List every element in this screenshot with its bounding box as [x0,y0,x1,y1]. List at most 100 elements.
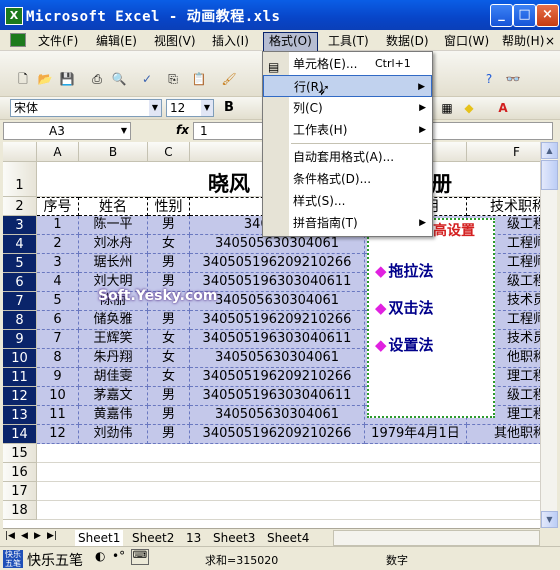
copy-icon[interactable]: ⎘ [164,70,182,88]
table-cell[interactable]: 陈一平 [79,216,148,235]
menu-item-phonetic[interactable]: 拼音指南(T) ▶ [263,212,432,234]
row-header[interactable]: 3 [3,216,37,235]
table-cell[interactable]: 男 [148,254,190,273]
font-color-icon[interactable]: A [494,99,512,117]
row-header[interactable]: 9 [3,330,37,349]
name-box[interactable]: A3 ▼ [3,122,131,140]
menu-tools[interactable]: 工具(T) [323,32,374,50]
table-cell[interactable]: 12 [37,425,79,444]
row-header[interactable]: 14 [3,425,37,444]
table-cell[interactable]: 1979年4月1日 [365,425,467,444]
horizontal-scrollbar[interactable] [333,530,540,546]
menu-format[interactable]: 格式(O) [263,32,318,52]
table-cell[interactable]: 储奂雅 [79,311,148,330]
table-cell[interactable]: 2 [37,235,79,254]
row-header[interactable]: 11 [3,368,37,387]
print-icon[interactable]: ⎙ [88,70,106,88]
ime-logo-icon[interactable]: 快乐 五笔 [3,550,23,568]
table-cell[interactable]: 340505196303040611 [190,330,365,349]
table-cell[interactable]: 6 [37,311,79,330]
menu-item-column[interactable]: 列(C) ▶ [263,97,432,119]
table-cell[interactable]: 胡佳雯 [79,368,148,387]
header-cell[interactable]: 技术职称 [467,197,540,216]
table-cell[interactable]: 刘冰舟 [79,235,148,254]
table-cell[interactable]: 340505196209210266 [190,311,365,330]
vertical-scrollbar[interactable]: ▲ ▼ [540,142,558,528]
paste-icon[interactable]: 📋 [190,70,208,88]
empty-rows[interactable] [37,444,540,520]
table-cell[interactable]: 刘劲伟 [79,425,148,444]
fill-color-icon[interactable]: ◆ [460,99,478,117]
menu-edit[interactable]: 编辑(E) [91,32,142,50]
column-header-b[interactable]: B [79,142,148,162]
tab-13[interactable]: 13 [183,530,204,546]
table-cell[interactable]: 女 [148,330,190,349]
row-header[interactable]: 6 [3,273,37,292]
print-preview-icon[interactable]: 🔍 [110,70,128,88]
close-button[interactable]: × [536,4,559,27]
menu-view[interactable]: 视图(V) [149,32,201,50]
table-cell[interactable]: 琚长州 [79,254,148,273]
table-cell[interactable]: 朱丹翔 [79,349,148,368]
glasses-icon[interactable]: 👓 [504,70,522,88]
header-cell[interactable]: 姓名 [79,197,148,216]
table-cell[interactable]: 5 [37,292,79,311]
tab-sheet4[interactable]: Sheet4 [264,530,312,546]
scroll-thumb[interactable] [541,160,558,190]
tab-sheet2[interactable]: Sheet2 [129,530,177,546]
table-cell[interactable]: 男 [148,387,190,406]
fx-icon[interactable]: fx [176,123,189,137]
table-cell[interactable]: 男 [148,216,190,235]
table-cell[interactable]: 340505630304061 [190,235,365,254]
column-header-f[interactable]: F [467,142,540,162]
table-cell[interactable]: 女 [148,349,190,368]
column-header-a[interactable]: A [37,142,79,162]
menu-item-row[interactable]: 行(R) ▶ ➶ [263,75,432,99]
tab-first-icon[interactable]: |◀ [5,531,15,541]
row-header[interactable]: 13 [3,406,37,425]
chevron-down-icon[interactable]: ▼ [118,123,130,139]
table-cell[interactable]: 3 [37,254,79,273]
close-doc-icon[interactable]: × [540,32,560,50]
table-cell[interactable]: 340505196303040611 [190,387,365,406]
menu-item-conditional[interactable]: 条件格式(D)... [263,168,432,190]
font-size-combo[interactable]: 12 ▼ [166,99,214,117]
font-name-combo[interactable]: 宋体 ▼ [10,99,162,117]
keyboard-icon[interactable]: ⌨ [131,549,149,565]
table-cell[interactable]: 女 [148,235,190,254]
header-cell[interactable]: 性别 [148,197,190,216]
table-cell[interactable]: 11 [37,406,79,425]
table-cell[interactable]: 10 [37,387,79,406]
minimize-button[interactable]: _ [490,4,513,27]
table-cell[interactable]: 8 [37,349,79,368]
row-header[interactable]: 15 [3,444,37,463]
table-cell[interactable]: 9 [37,368,79,387]
ime-name[interactable]: 快乐五笔 [27,550,83,570]
table-cell[interactable]: 340505630304061 [190,406,365,425]
chevron-down-icon[interactable]: ▼ [201,100,213,116]
excel-app-icon[interactable]: X [5,7,23,25]
punct-icon[interactable]: •° [112,549,125,563]
bold-button[interactable]: B [220,99,238,117]
menu-file[interactable]: 文件(F) [33,32,83,50]
table-cell[interactable]: 340505196209210266 [190,425,365,444]
table-cell[interactable]: 340505196209210266 [190,368,365,387]
row-header[interactable]: 18 [3,501,37,520]
spellcheck-icon[interactable]: ✓ [138,70,156,88]
table-cell[interactable]: 男 [148,406,190,425]
table-cell[interactable]: 4 [37,273,79,292]
table-cell[interactable]: 茅嘉文 [79,387,148,406]
row-header[interactable]: 12 [3,387,37,406]
row-header[interactable]: 4 [3,235,37,254]
save-icon[interactable]: 💾 [58,70,76,88]
table-cell[interactable]: 7 [37,330,79,349]
open-icon[interactable]: 📂 [36,70,54,88]
row-header[interactable]: 16 [3,463,37,482]
row-header[interactable]: 1 [3,162,37,197]
borders-icon[interactable]: ▦ [438,99,456,117]
row-header[interactable]: 8 [3,311,37,330]
select-all-corner[interactable] [3,142,37,162]
scroll-down-icon[interactable]: ▼ [541,511,558,528]
format-painter-icon[interactable]: 🖌 [220,70,238,88]
moon-icon[interactable]: ◐ [95,549,105,563]
